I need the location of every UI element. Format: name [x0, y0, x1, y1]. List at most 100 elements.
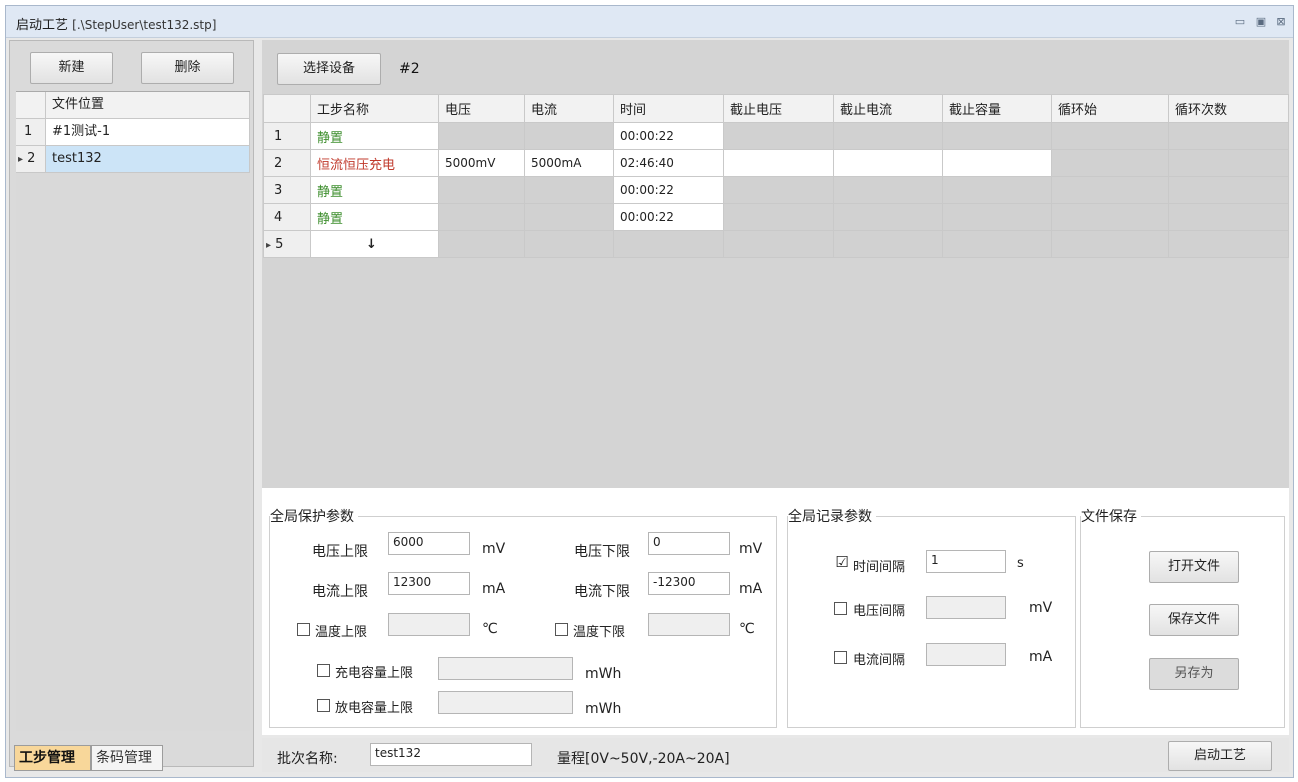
file-name[interactable]: #1测试-1	[46, 119, 250, 146]
voltage-cell[interactable]	[438, 203, 525, 231]
temp-upper-input[interactable]	[388, 613, 470, 636]
table-row[interactable]: 1 静置 00:00:22	[263, 122, 1289, 150]
column-header: 循环始	[1051, 94, 1169, 123]
voltage-interval-input[interactable]	[926, 596, 1006, 619]
save-as-button[interactable]: 另存为	[1149, 658, 1239, 690]
protection-group: 全局保护参数 电压上限 6000 mV 电压下限 0 mV 电流上限 12300…	[269, 506, 777, 728]
step-name-cell[interactable]: 恒流恒压充电	[310, 149, 439, 177]
loop-count-cell[interactable]	[1168, 230, 1289, 258]
file-save-group: 文件保存 打开文件 保存文件 另存为	[1080, 506, 1285, 728]
cutoff-current-cell[interactable]	[833, 230, 943, 258]
tab-barcode-management[interactable]: 条码管理	[91, 745, 163, 771]
select-device-button[interactable]: 选择设备	[277, 53, 381, 85]
loop-start-cell[interactable]	[1051, 149, 1169, 177]
delete-button[interactable]: 删除	[141, 52, 234, 84]
loop-count-cell[interactable]	[1168, 122, 1289, 150]
current-interval-checkbox[interactable]	[834, 651, 847, 664]
time-cell[interactable]	[613, 230, 724, 258]
current-cell[interactable]	[524, 230, 614, 258]
current-cell[interactable]	[524, 122, 614, 150]
cutoff-capacity-cell[interactable]	[942, 122, 1052, 150]
voltage-cell[interactable]	[438, 230, 525, 258]
voltage-upper-input[interactable]: 6000	[388, 532, 470, 555]
column-header-location: 文件位置	[46, 92, 250, 119]
voltage-cell[interactable]: 5000mV	[438, 149, 525, 177]
row-index: 3	[263, 176, 311, 204]
cutoff-voltage-cell[interactable]	[723, 203, 834, 231]
down-arrow-icon[interactable]: ↓	[310, 230, 439, 258]
loop-count-cell[interactable]	[1168, 176, 1289, 204]
title-bar: 启动工艺 [.\StepUser\test132.stp] ▭ ▣ ⊠	[6, 6, 1293, 38]
table-row-new[interactable]: ▸ 5 ↓	[263, 230, 1289, 258]
open-file-button[interactable]: 打开文件	[1149, 551, 1239, 583]
cutoff-capacity-cell[interactable]	[942, 176, 1052, 204]
cutoff-voltage-cell[interactable]	[723, 230, 834, 258]
charge-capacity-checkbox[interactable]	[317, 664, 330, 677]
step-name-cell[interactable]: 静置	[310, 203, 439, 231]
table-row[interactable]: 2 恒流恒压充电 5000mV 5000mA 02:46:40	[263, 149, 1289, 177]
column-header: 截止电压	[723, 94, 834, 123]
file-name[interactable]: test132	[46, 146, 250, 173]
temp-lower-checkbox[interactable]	[555, 623, 568, 636]
cutoff-capacity-cell[interactable]	[942, 149, 1052, 177]
save-file-button[interactable]: 保存文件	[1149, 604, 1239, 636]
table-row[interactable]: 3 静置 00:00:22	[263, 176, 1289, 204]
time-cell[interactable]: 02:46:40	[613, 149, 724, 177]
step-name-cell[interactable]: 静置	[310, 122, 439, 150]
cutoff-capacity-cell[interactable]	[942, 203, 1052, 231]
start-process-button[interactable]: 启动工艺	[1168, 741, 1272, 771]
new-button[interactable]: 新建	[30, 52, 113, 84]
voltage-interval-checkbox[interactable]	[834, 602, 847, 615]
temp-upper-checkbox[interactable]	[297, 623, 310, 636]
current-upper-label: 电流上限	[312, 584, 368, 600]
list-item[interactable]: 1 #1测试-1	[16, 119, 250, 146]
list-item-selected[interactable]: ▸ 2 test132	[16, 146, 250, 173]
temp-lower-input[interactable]	[648, 613, 730, 636]
voltage-lower-input[interactable]: 0	[648, 532, 730, 555]
step-name-cell[interactable]: 静置	[310, 176, 439, 204]
current-cell[interactable]	[524, 176, 614, 204]
current-upper-unit: mA	[482, 581, 506, 597]
cutoff-current-cell[interactable]	[833, 203, 943, 231]
loop-start-cell[interactable]	[1051, 176, 1169, 204]
time-interval-checkbox[interactable]: ☑	[834, 555, 850, 570]
voltage-cell[interactable]	[438, 176, 525, 204]
minimize-icon[interactable]: ▭	[1233, 15, 1247, 28]
tab-step-management[interactable]: 工步管理	[14, 745, 91, 771]
current-row-arrow-icon: ▸	[18, 154, 24, 165]
loop-start-cell[interactable]	[1051, 122, 1169, 150]
loop-start-cell[interactable]	[1051, 203, 1169, 231]
cutoff-voltage-cell[interactable]	[723, 149, 834, 177]
voltage-cell[interactable]	[438, 122, 525, 150]
cutoff-current-cell[interactable]	[833, 122, 943, 150]
close-icon[interactable]: ⊠	[1274, 15, 1288, 28]
maximize-icon[interactable]: ▣	[1254, 15, 1268, 28]
time-cell[interactable]: 00:00:22	[613, 122, 724, 150]
current-interval-label: 电流间隔	[853, 653, 906, 668]
time-cell[interactable]: 00:00:22	[613, 176, 724, 204]
cutoff-capacity-cell[interactable]	[942, 230, 1052, 258]
discharge-capacity-checkbox[interactable]	[317, 699, 330, 712]
table-row[interactable]: 4 静置 00:00:22	[263, 203, 1289, 231]
time-cell[interactable]: 00:00:22	[613, 203, 724, 231]
cutoff-voltage-cell[interactable]	[723, 176, 834, 204]
cutoff-current-cell[interactable]	[833, 149, 943, 177]
cutoff-current-cell[interactable]	[833, 176, 943, 204]
time-interval-input[interactable]: 1	[926, 550, 1006, 573]
step-table-header: 工步名称 电压 电流 时间 截止电压 截止电流 截止容量 循环始 循环次数	[263, 94, 1289, 123]
file-list-header: 文件位置	[16, 92, 250, 119]
discharge-capacity-input[interactable]	[438, 691, 573, 714]
loop-count-cell[interactable]	[1168, 203, 1289, 231]
current-cell[interactable]: 5000mA	[524, 149, 614, 177]
step-table: 工步名称 电压 电流 时间 截止电压 截止电流 截止容量 循环始 循环次数 1 …	[263, 94, 1289, 258]
batch-name-input[interactable]: test132	[370, 743, 532, 766]
current-interval-input[interactable]	[926, 643, 1006, 666]
current-upper-input[interactable]: 12300	[388, 572, 470, 595]
current-lower-input[interactable]: -12300	[648, 572, 730, 595]
charge-capacity-input[interactable]	[438, 657, 573, 680]
loop-start-cell[interactable]	[1051, 230, 1169, 258]
loop-count-cell[interactable]	[1168, 149, 1289, 177]
voltage-interval-label: 电压间隔	[853, 604, 906, 619]
cutoff-voltage-cell[interactable]	[723, 122, 834, 150]
current-cell[interactable]	[524, 203, 614, 231]
